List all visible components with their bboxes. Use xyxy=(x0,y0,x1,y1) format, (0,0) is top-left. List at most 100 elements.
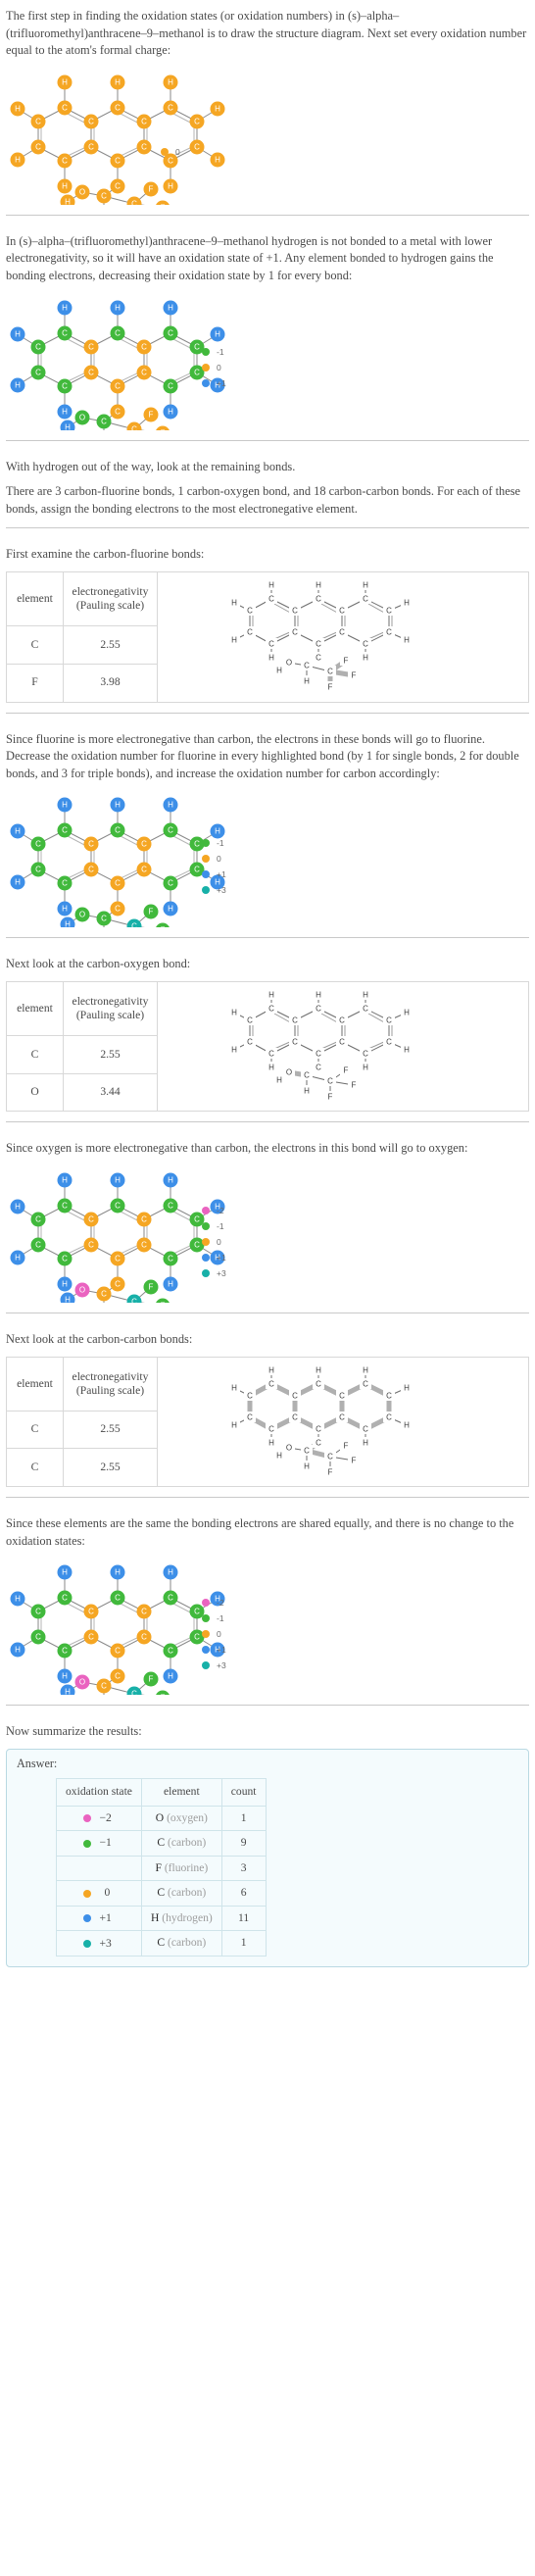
svg-text:C: C xyxy=(386,1016,392,1024)
answer-box: Answer: oxidation state element count −2… xyxy=(6,1748,529,1967)
svg-text:C: C xyxy=(304,1070,310,1079)
legend-color-swatch xyxy=(202,1207,210,1215)
svg-text:H: H xyxy=(363,1438,368,1447)
oxidation-color-dot xyxy=(83,1914,92,1923)
svg-text:H: H xyxy=(115,303,121,312)
svg-text:C: C xyxy=(194,1241,200,1250)
legend-item: -1 xyxy=(202,837,226,849)
column-header-element: element xyxy=(6,1356,64,1412)
svg-text:C: C xyxy=(194,1633,200,1642)
svg-text:C: C xyxy=(194,840,200,849)
svg-text:F: F xyxy=(149,1675,154,1684)
svg-text:C: C xyxy=(101,1290,107,1299)
step-10: Now summarize the results: Answer: oxida… xyxy=(6,1715,529,1967)
svg-text:H: H xyxy=(231,599,237,608)
svg-text:H: H xyxy=(304,1086,310,1095)
svg-text:C: C xyxy=(168,1255,173,1263)
cell-count: 3 xyxy=(220,1855,267,1882)
oxidation-value: +3 xyxy=(99,1936,112,1950)
legend-3: -1 0 +1 +3 xyxy=(202,837,226,900)
svg-text:F: F xyxy=(161,926,166,928)
svg-text:H: H xyxy=(15,1646,21,1655)
svg-text:C: C xyxy=(363,1379,368,1388)
svg-text:H: H xyxy=(168,303,173,312)
svg-text:H: H xyxy=(316,581,321,590)
svg-text:C: C xyxy=(168,879,173,888)
legend-color-swatch xyxy=(202,1222,210,1231)
svg-text:C: C xyxy=(339,1412,345,1421)
cell-oxidation-state-empty xyxy=(56,1855,142,1882)
svg-text:C: C xyxy=(35,840,41,849)
skeleton-svg-co: H H H H H H H C C C C C C C C C C C C C … xyxy=(228,988,413,1102)
electronegativity-table-co: element electronegativity (Pauling scale… xyxy=(6,980,529,1113)
svg-text:H: H xyxy=(276,667,282,675)
element-name: (carbon) xyxy=(168,1836,207,1850)
svg-text:H: H xyxy=(215,155,220,164)
svg-text:F: F xyxy=(352,1080,357,1089)
svg-text:H: H xyxy=(115,1176,121,1185)
header-line-2: (Pauling scale) xyxy=(75,1008,145,1021)
svg-text:H: H xyxy=(168,77,173,86)
svg-text:F: F xyxy=(344,1441,349,1450)
cell-element: H (hydrogen) xyxy=(140,1905,222,1932)
svg-text:H: H xyxy=(363,1063,368,1071)
svg-text:C: C xyxy=(141,117,147,125)
cell-oxidation-state: −2 xyxy=(56,1805,142,1832)
structure-thumbnail-cc: H H H H H H H C C C C C C C C C C C C C … xyxy=(157,1356,529,1488)
svg-text:H: H xyxy=(65,920,71,928)
svg-text:H: H xyxy=(231,636,237,645)
svg-text:C: C xyxy=(115,328,121,337)
svg-text:C: C xyxy=(363,1004,368,1013)
svg-text:H: H xyxy=(215,104,220,113)
svg-text:C: C xyxy=(268,1049,274,1058)
svg-text:C: C xyxy=(316,1063,321,1071)
svg-text:H: H xyxy=(215,827,220,836)
svg-text:H: H xyxy=(316,1365,321,1374)
svg-text:C: C xyxy=(304,662,310,670)
answer-label: Answer: xyxy=(17,1756,58,1770)
svg-text:H: H xyxy=(404,1383,410,1392)
svg-text:F: F xyxy=(161,1302,166,1304)
legend-color-swatch xyxy=(202,870,210,879)
svg-text:F: F xyxy=(352,1456,357,1464)
legend-item: +3 xyxy=(202,1267,226,1279)
svg-text:C: C xyxy=(386,1037,392,1046)
cell-count: 11 xyxy=(220,1905,267,1932)
step-3-text-1: With hydrogen out of the way, look at th… xyxy=(6,459,296,473)
step-2-text: In (s)–alpha–(trifluoromethyl)anthracene… xyxy=(6,233,494,283)
solution-page: The first step in finding the oxidation … xyxy=(0,0,535,1977)
svg-text:H: H xyxy=(15,827,21,836)
legend-item: -2 xyxy=(202,1205,226,1216)
svg-text:H: H xyxy=(168,1672,173,1681)
step-7-text: Since oxygen is more electronegative tha… xyxy=(6,1141,468,1156)
step-1-text: The first step in finding the oxidation … xyxy=(6,9,527,58)
table-row: 0 C (carbon) 6 xyxy=(56,1880,267,1907)
cell-oxidation-state: +1 xyxy=(56,1905,142,1932)
svg-text:C: C xyxy=(88,342,94,351)
cell-count: 9 xyxy=(220,1830,267,1857)
svg-text:H: H xyxy=(62,1672,68,1681)
step-9-text: Since these elements are the same the bo… xyxy=(6,1516,514,1548)
step-4: First examine the carbon-fluorine bonds:… xyxy=(6,538,529,703)
svg-text:C: C xyxy=(35,1215,41,1224)
header-line-1: electronegativity xyxy=(72,995,149,1008)
legend-item-label: +3 xyxy=(217,1268,226,1279)
svg-text:H: H xyxy=(268,581,274,590)
cell-electronegativity: 2.55 xyxy=(63,1034,158,1074)
svg-text:F: F xyxy=(328,683,333,692)
legend-item: +1 xyxy=(202,1252,226,1263)
svg-text:H: H xyxy=(363,581,368,590)
svg-text:C: C xyxy=(115,156,121,165)
legend-color-swatch xyxy=(161,147,169,156)
legend-item: 0 xyxy=(161,146,180,158)
svg-text:C: C xyxy=(247,1037,253,1046)
svg-text:C: C xyxy=(194,1215,200,1224)
legend-color-swatch xyxy=(202,1238,210,1247)
svg-text:C: C xyxy=(363,1424,368,1433)
legend-item-label: 0 xyxy=(217,362,221,372)
svg-text:C: C xyxy=(292,1037,298,1046)
svg-text:C: C xyxy=(168,1647,173,1656)
cell-electronegativity: 2.55 xyxy=(63,624,158,665)
cell-element: F (fluorine) xyxy=(140,1855,222,1882)
svg-text:H: H xyxy=(268,990,274,999)
